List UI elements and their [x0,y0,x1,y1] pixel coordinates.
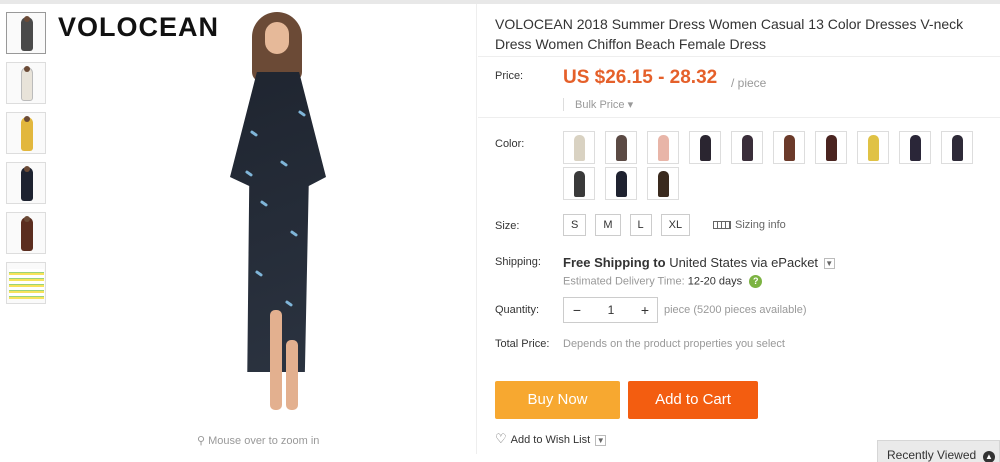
color-swatch-7[interactable] [815,131,847,164]
main-product-image[interactable]: VOLOCEAN ⚲ Mouse over to zoom in [52,4,477,454]
chevron-down-icon[interactable]: ▼ [595,434,607,446]
shipping-info: Free Shipping to United States via ePack… [563,255,835,270]
size-option-m[interactable]: M [595,214,621,236]
recently-viewed-tab[interactable]: Recently Viewed ▲ [877,440,1000,462]
swatch-dress-image [910,135,921,161]
add-to-wish-list[interactable]: ♡ Add to Wish List ▼ [495,431,607,447]
bulk-price-dropdown[interactable]: Bulk Price ▾ [563,98,633,111]
price-value: US $26.15 - 28.32 [563,67,718,88]
color-swatch-10[interactable] [941,131,973,164]
color-swatch-13[interactable] [647,167,679,200]
size-label: Size: [495,220,520,232]
color-swatch-3[interactable] [647,131,679,164]
price-box: Price: US $26.15 - 28.32 / piece Bulk Pr… [478,56,1000,118]
chevron-down-icon[interactable]: ▼ [823,258,835,270]
quantity-input[interactable]: 1 [590,298,632,322]
estimated-delivery: Estimated Delivery Time: 12-20 days ? [563,275,763,288]
thumbnail-size-chart[interactable] [6,262,46,304]
color-swatch-12[interactable] [605,167,637,200]
thumbnail-3[interactable] [6,112,46,154]
size-options: S M L XL [563,214,699,236]
add-to-cart-button[interactable]: Add to Cart [628,381,758,419]
size-option-l[interactable]: L [629,214,652,236]
swatch-dress-image [658,135,669,161]
swatch-dress-image [700,135,711,161]
thumbnail-2[interactable] [6,62,46,104]
quantity-label: Quantity: [495,304,540,316]
total-price-label: Total Price: [495,338,550,350]
swatch-dress-image [952,135,963,161]
color-swatch-1[interactable] [563,131,595,164]
per-unit-label: / piece [731,76,767,90]
ruler-icon [713,221,731,230]
color-swatch-8[interactable] [857,131,889,164]
color-swatch-6[interactable] [773,131,805,164]
color-swatch-4[interactable] [689,131,721,164]
color-label: Color: [495,138,525,150]
sizing-info-link[interactable]: Sizing info [713,219,786,231]
swatch-dress-image [616,135,627,161]
product-title: VOLOCEAN 2018 Summer Dress Women Casual … [495,16,964,52]
caret-down-icon: ▾ [627,99,634,111]
color-swatches [563,131,983,203]
shipping-label: Shipping: [495,256,541,268]
buy-now-button[interactable]: Buy Now [495,381,620,419]
brand-logo: VOLOCEAN [58,12,220,42]
price-label: Price: [495,70,524,82]
total-price-text: Depends on the product properties you se… [563,338,785,350]
help-icon[interactable]: ? [749,275,763,288]
product-details-panel: VOLOCEAN 2018 Summer Dress Women Casual … [478,0,1000,462]
swatch-dress-image [574,135,585,161]
thumbnail-5[interactable] [6,212,46,254]
swatch-dress-image [574,171,585,197]
quantity-stepper: − 1 + [563,297,658,323]
swatch-dress-image [658,171,669,197]
swatch-dress-image [826,135,837,161]
chevron-up-icon: ▲ [983,451,995,462]
zoom-hint: ⚲ Mouse over to zoom in [197,435,320,447]
thumbnail-1[interactable] [6,12,46,54]
thumbnail-4[interactable] [6,162,46,204]
thumbnail-list [6,12,48,312]
color-swatch-9[interactable] [899,131,931,164]
shipping-destination[interactable]: United States via ePacket [669,255,818,270]
product-page: VOLOCEAN ⚲ Mouse over to zoom in VOLOCEA… [0,0,1000,462]
swatch-dress-image [784,135,795,161]
availability-text: piece (5200 pieces available) [664,304,807,316]
magnifier-icon: ⚲ [197,435,206,447]
swatch-dress-image [616,171,627,197]
color-swatch-5[interactable] [731,131,763,164]
color-swatch-2[interactable] [605,131,637,164]
quantity-minus-button[interactable]: − [564,298,590,322]
swatch-dress-image [742,135,753,161]
color-swatch-11[interactable] [563,167,595,200]
heart-icon: ♡ [495,431,507,446]
quantity-plus-button[interactable]: + [632,298,658,322]
swatch-dress-image [868,135,879,161]
size-option-s[interactable]: S [563,214,587,236]
size-option-xl[interactable]: XL [660,214,691,236]
model-photo [212,10,342,420]
